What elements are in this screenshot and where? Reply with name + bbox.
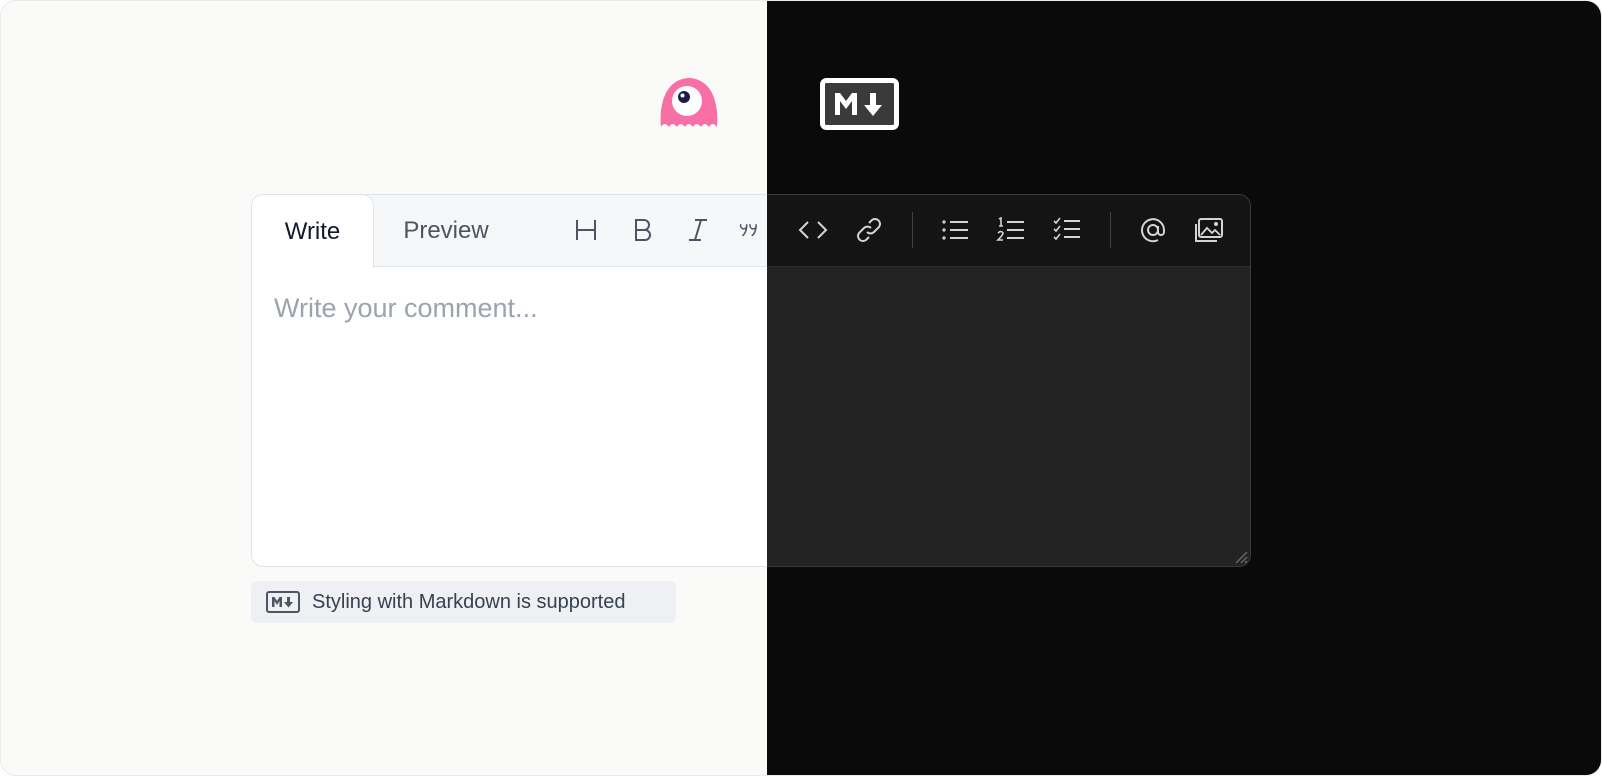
- markdown-supported-hint[interactable]: Styling with Markdown is supported: [251, 581, 676, 623]
- numbered-list-icon[interactable]: [991, 210, 1031, 250]
- task-list-icon[interactable]: [1047, 210, 1087, 250]
- markdown-icon: [820, 78, 899, 130]
- showcase-frame: Write Preview Write your comment... Styl…: [0, 0, 1602, 776]
- italic-icon[interactable]: [678, 210, 718, 250]
- mention-icon[interactable]: [1133, 210, 1173, 250]
- pink-mascot-icon: [660, 78, 718, 127]
- heading-icon[interactable]: [566, 210, 606, 250]
- bullet-list-icon[interactable]: [935, 210, 975, 250]
- link-icon[interactable]: [849, 210, 889, 250]
- quote-icon[interactable]: [734, 210, 767, 250]
- tab-write[interactable]: Write: [252, 195, 374, 268]
- resize-handle-icon[interactable]: [1232, 548, 1248, 564]
- toolbar-separator: [912, 212, 913, 248]
- toolbar-separator: [1110, 212, 1111, 248]
- markdown-small-icon: [266, 591, 300, 613]
- image-icon[interactable]: [1189, 210, 1229, 250]
- quote-icon-dark-part: [767, 210, 781, 250]
- tab-preview[interactable]: Preview: [374, 195, 518, 267]
- bold-icon[interactable]: [623, 210, 663, 250]
- comment-textarea-placeholder[interactable]: Write your comment...: [274, 293, 538, 324]
- code-icon[interactable]: [793, 210, 833, 250]
- markdown-hint-text: Styling with Markdown is supported: [312, 590, 626, 613]
